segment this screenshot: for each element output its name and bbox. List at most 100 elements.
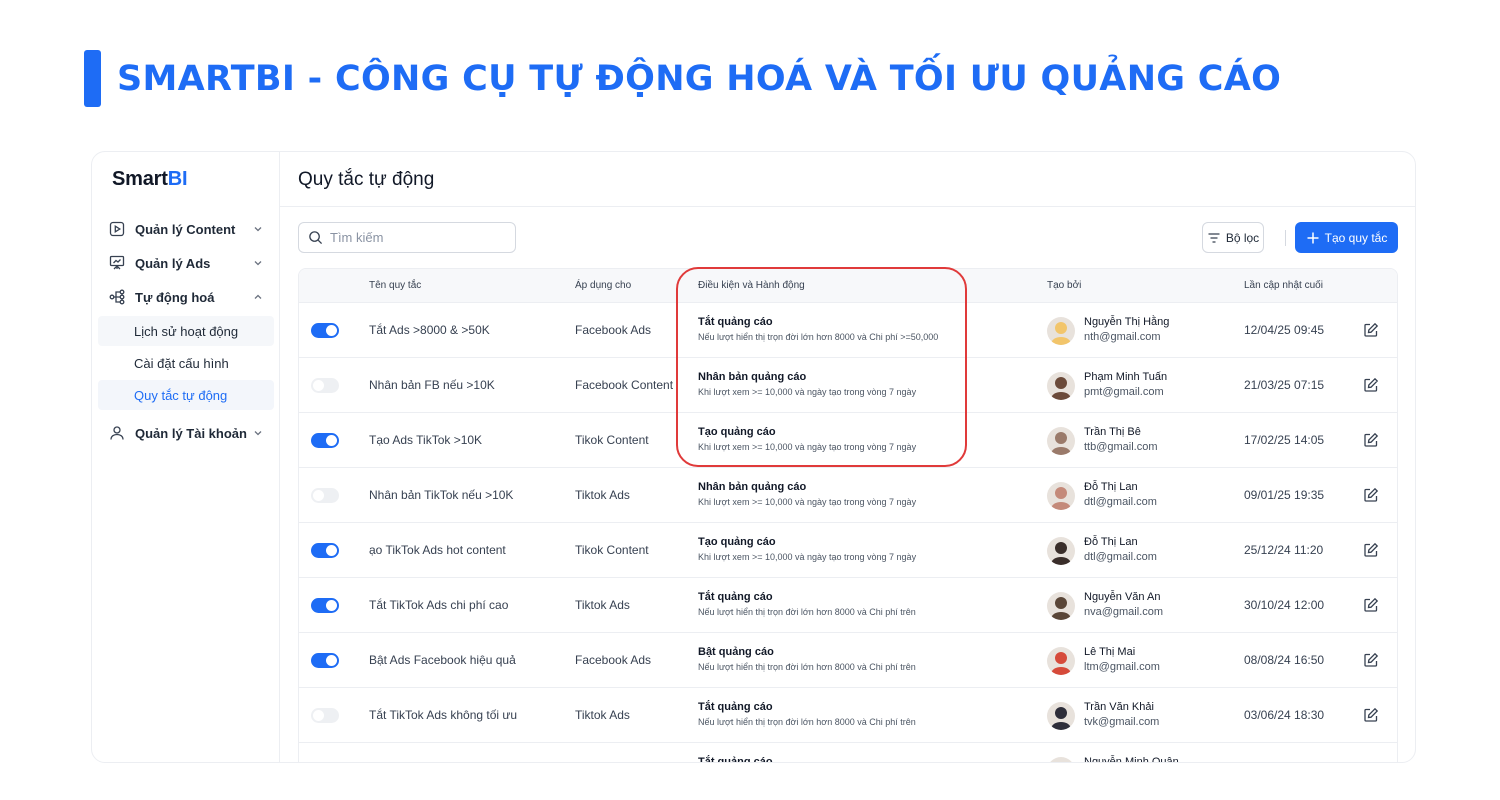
avatar [1047,427,1075,455]
rule-name: Nhân bản FB nếu >10K [369,378,495,392]
creator-email: ttb@gmail.com [1084,441,1158,453]
creator-email: nva@gmail.com [1084,606,1164,618]
updated-date: 09/01/25 19:35 [1244,488,1325,502]
creator-name: Đỗ Thị Lan [1084,536,1138,548]
chevron-down-icon [252,427,264,439]
creator-email: dtl@gmail.com [1084,496,1157,508]
creator-name: Trần Văn Khải [1084,701,1154,713]
rule-apply: Tiktok Ads [575,598,630,612]
page-title: Quy tắc tự động [298,169,435,190]
header-updated: Lần cập nhật cuối [1244,280,1323,291]
page: SMARTBI - CÔNG CỤ TỰ ĐỘNG HOÁ VÀ TỐI ƯU … [0,0,1500,800]
toggle-knob [326,655,337,666]
table-row[interactable]: Bật Ads Facebook hiệu quả Facebook Ads Bật… [299,633,1397,688]
rule-toggle[interactable] [311,378,339,393]
edit-icon[interactable] [1363,542,1379,558]
avatar [1047,537,1075,565]
creator-email: tvk@gmail.com [1084,716,1160,728]
header-creator: Tạo bởi [1047,280,1082,291]
rule-action: Tạo quảng cáo [698,426,776,438]
sidebar: SmartBI Quản lý Content Quản lý Ads Tự đ… [92,152,280,762]
rule-apply: Facebook Content [575,378,674,392]
rule-name: Tắt TikTok Ads không tối ưu [369,708,518,722]
creator: Trần Văn Khải tvk@gmail.com [1084,701,1159,728]
rule-action: Tắt quảng cáo [698,756,773,763]
search-placeholder: Tìm kiếm [330,230,384,245]
rule-name: Tắt Ads >8000 & >50K [369,323,490,337]
edit-icon[interactable] [1363,597,1379,613]
table-row[interactable]: Nhân bản FB nếu >10K Facebook Content Nhân… [299,358,1397,413]
rule-apply: Tiktok Ads [575,488,630,502]
edit-icon[interactable] [1363,487,1379,503]
edit-icon[interactable] [1363,707,1379,723]
edit-icon[interactable] [1363,322,1379,338]
rule-description: Khi lượt xem >= 10,000 và ngày tạo trong… [698,552,917,562]
rule-apply: Facebook Ads [575,653,652,667]
table-row[interactable]: Tắt TikTok Ads không tối ưu Tiktok Ads Tắt… [299,688,1397,743]
table-row[interactable]: Tạo Ads TikTok >10K Tikok Content Tạo quản… [299,413,1397,468]
rule-condition: Tắt quảng cáo [698,756,773,763]
edit-icon[interactable] [1363,652,1379,668]
chevron-down-icon [252,223,264,235]
creator: Đỗ Thị Lan dtl@gmail.com [1084,481,1157,508]
updated-date: 30/10/24 12:00 [1244,598,1325,612]
sidebar-subitem-history[interactable]: Lịch sử hoạt động [98,316,274,346]
table-row[interactable]: Nhân bản TikTok nếu >10K Tiktok Ads Nhân b… [299,468,1397,523]
avatar [1047,317,1075,345]
sidebar-subitem-rules[interactable]: Quy tắc tự động [98,380,274,410]
sidebar-item-accounts[interactable]: Quản lý Tài khoản [92,416,280,450]
rule-toggle[interactable] [311,598,339,613]
creator-name: Lê Thị Mai [1084,646,1136,658]
rule-toggle[interactable] [311,433,339,448]
creator: Nguyễn Thị Hằng nth@gmail.com [1084,316,1169,343]
rule-toggle[interactable] [311,323,339,338]
avatar [1047,372,1075,400]
search-input[interactable]: Tìm kiếm [298,222,516,253]
rule-apply: Tikok Content [575,433,649,447]
sidebar-item-label: Tự động hoá [135,289,215,305]
avatar [1047,647,1075,675]
sidebar-item-automation[interactable]: Tự động hoá [92,280,280,314]
updated-date: 12/04/25 09:45 [1244,323,1325,337]
header-divider [280,206,1415,207]
app-window: SmartBI Quản lý Content Quản lý Ads Tự đ… [91,151,1416,763]
rule-description: Nếu lượt hiển thị trọn đời lớn hơn 8000 … [698,332,939,342]
updated-date: 17/02/25 14:05 [1244,433,1325,447]
plus-icon [1306,231,1320,245]
logo[interactable]: SmartBI [112,168,188,191]
updated-date: 21/03/25 07:15 [1244,378,1325,392]
edit-icon[interactable] [1363,377,1379,393]
creator: Nguyễn Minh Quân [1084,756,1179,763]
sidebar-item-label: Quản lý Tài khoản [135,425,247,441]
rule-toggle[interactable] [311,543,339,558]
sidebar-subitem-config[interactable]: Cài đặt cấu hình [98,348,274,378]
avatar [1047,592,1075,620]
creator-email: pmt@gmail.com [1084,386,1164,398]
table-row[interactable]: Tắt Ads >8000 & >50K Facebook Ads Tắt quản… [299,303,1397,358]
rule-description: Khi lượt xem >= 10,000 và ngày tạo trong… [698,497,917,507]
sidebar-item-ads[interactable]: Quản lý Ads [92,246,280,280]
creator-email: nth@gmail.com [1084,331,1161,343]
rule-condition: Bật quảng cáo Nếu lượt hiển thị trọn đời … [698,646,916,672]
creator-name: Nguyễn Minh Quân [1084,756,1179,763]
table-row[interactable]: ạo TikTok Ads hot content Tikok Content Tạ… [299,523,1397,578]
logo-smart: Smart [112,168,168,190]
creator-name: Đỗ Thị Lan [1084,481,1138,493]
rule-toggle[interactable] [311,653,339,668]
rule-action: Tắt quảng cáo [698,316,773,328]
edit-icon[interactable] [1363,432,1379,448]
table-row[interactable]: Tắt quảng cáo Nguyễn Minh Quân [299,743,1397,763]
creator-email: dtl@gmail.com [1084,551,1157,563]
table-row[interactable]: Tắt TikTok Ads chi phí cao Tiktok Ads Tắt … [299,578,1397,633]
rule-description: Khi lượt xem >= 10,000 và ngày tạo trong… [698,442,917,452]
filter-button[interactable]: Bộ lọc [1202,222,1264,253]
creator: Nguyễn Văn An nva@gmail.com [1084,591,1163,618]
sidebar-item-content[interactable]: Quản lý Content [92,212,280,246]
rule-name: Nhân bản TikTok nếu >10K [369,488,514,502]
rule-toggle[interactable] [311,708,339,723]
rule-toggle[interactable] [311,488,339,503]
rule-action: Tạo quảng cáo [698,536,776,548]
rule-condition: Nhân bản quảng cáo Khi lượt xem >= 10,000… [698,481,916,507]
rule-description: Nếu lượt hiển thị trọn đời lớn hơn 8000 … [698,662,916,672]
create-rule-button[interactable]: Tạo quy tắc [1295,222,1398,253]
